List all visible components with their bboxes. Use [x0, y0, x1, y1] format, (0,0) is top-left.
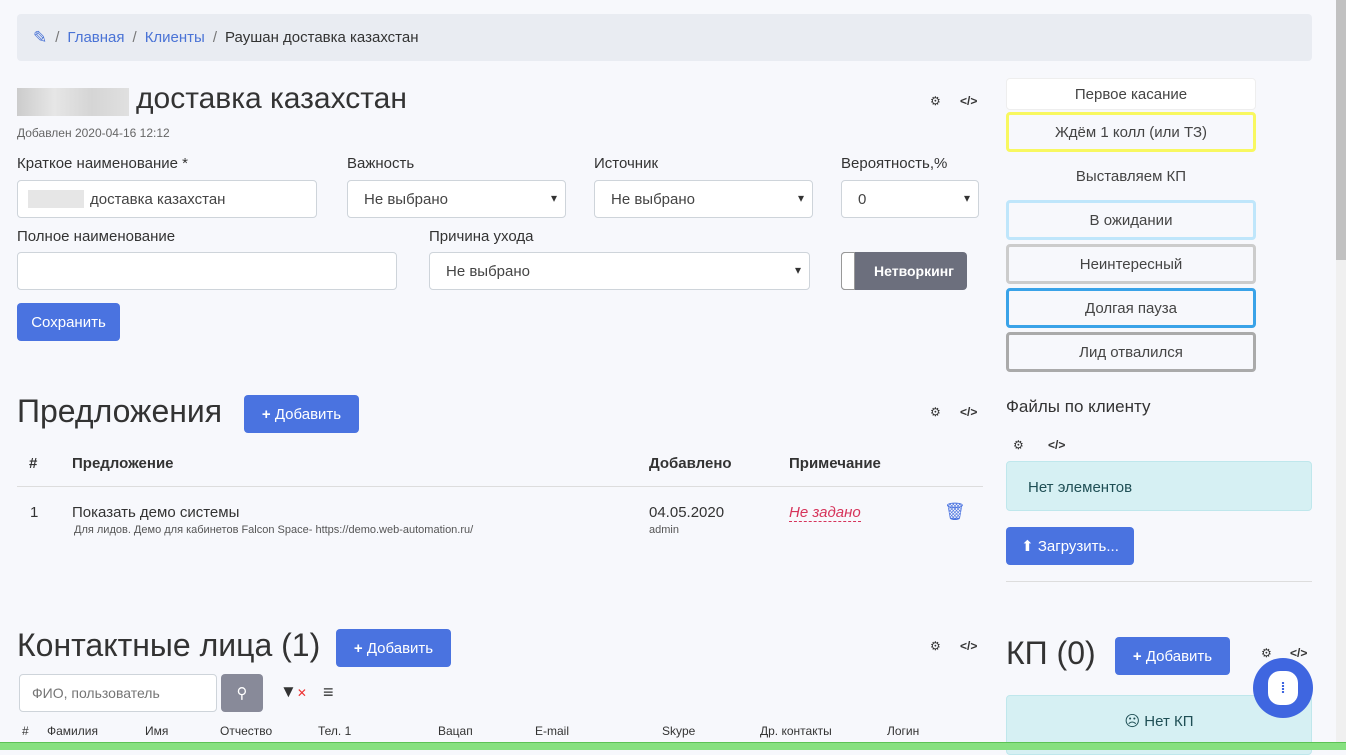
divider	[1006, 581, 1312, 582]
page-title: доставка казахстан	[136, 82, 407, 115]
sad-face-icon: ☹	[1124, 713, 1141, 730]
divider	[17, 486, 983, 487]
add-offer-button[interactable]: + Добавить	[244, 395, 359, 433]
networking-toggle[interactable]: Нетворкинг	[841, 252, 967, 290]
stage-3[interactable]: В ожидании	[1006, 200, 1256, 240]
contact-search-input[interactable]	[19, 674, 217, 712]
probability-select[interactable]: 0	[841, 180, 979, 218]
col-header: Примечание	[789, 455, 881, 472]
source-select[interactable]: Не выбрано	[594, 180, 813, 218]
menu-icon[interactable]: ≡	[323, 682, 334, 703]
added-date: Добавлен 2020-04-16 12:12	[17, 126, 170, 140]
clear-filter-icon[interactable]: ▼✕	[280, 682, 307, 702]
breadcrumb-home[interactable]: Главная	[67, 29, 124, 46]
full-name-label: Полное наименование	[17, 228, 176, 245]
probability-label: Вероятность,%	[841, 155, 948, 172]
files-empty: Нет элементов	[1006, 461, 1312, 511]
upload-icon: ⬆	[1021, 538, 1038, 555]
stage-1[interactable]: Ждём 1 колл (или ТЗ)	[1006, 112, 1256, 152]
source-label: Источник	[594, 155, 659, 172]
save-button[interactable]: Сохранить	[17, 303, 120, 341]
code-icon[interactable]: </>	[960, 639, 977, 653]
trash-icon[interactable]: 🗑	[944, 502, 966, 522]
chat-icon: ⁞	[1268, 671, 1298, 705]
code-icon[interactable]: </>	[960, 405, 977, 419]
full-name-input[interactable]	[17, 252, 397, 290]
offer-name: Показать демо системы	[72, 504, 240, 521]
edit-icon[interactable]: ✎	[33, 28, 47, 48]
files-title: Файлы по клиенту	[1006, 397, 1151, 416]
short-name-label: Краткое наименование *	[17, 155, 188, 172]
add-contact-button[interactable]: + Добавить	[336, 629, 451, 667]
col-header: Предложение	[72, 455, 174, 472]
kp-title: КП (0)	[1006, 635, 1096, 671]
add-kp-button[interactable]: + Добавить	[1115, 637, 1230, 675]
stage-6[interactable]: Лид отвалился	[1006, 332, 1256, 372]
col-header: Добавлено	[649, 455, 732, 472]
breadcrumb-current: Раушан доставка казахстан	[225, 29, 419, 46]
upload-button[interactable]: ⬆ Загрузить...	[1006, 527, 1134, 565]
settings-icon[interactable]: ⚙	[930, 639, 941, 653]
short-name-value: доставка казахстан	[90, 190, 226, 208]
stage-0[interactable]: Первое касание	[1006, 78, 1256, 110]
code-icon[interactable]: </>	[1290, 646, 1307, 660]
blurred-name	[17, 88, 129, 116]
settings-icon[interactable]: ⚙	[930, 94, 941, 108]
offer-note[interactable]: Не задано	[789, 504, 861, 522]
offer-date: 04.05.2020	[649, 504, 725, 521]
stage-5[interactable]: Долгая пауза	[1006, 288, 1256, 328]
stage-4[interactable]: Неинтересный	[1006, 244, 1256, 284]
offer-author: admin	[649, 524, 679, 536]
stage-2[interactable]: Выставляем КП	[1006, 156, 1256, 196]
offer-num: 1	[30, 504, 39, 521]
settings-icon[interactable]: ⚙	[1261, 646, 1272, 660]
importance-label: Важность	[347, 155, 415, 172]
search-icon[interactable]: ⚲	[221, 674, 263, 712]
reason-label: Причина ухода	[429, 228, 534, 245]
scrollbar[interactable]	[1336, 0, 1346, 750]
col-header: #	[29, 455, 38, 472]
code-icon[interactable]: </>	[1048, 438, 1065, 452]
bottom-bar	[0, 742, 1346, 750]
short-name-input[interactable]: доставка казахстан	[17, 180, 317, 218]
offers-title: Предложения	[17, 393, 223, 429]
importance-select[interactable]: Не выбрано	[347, 180, 566, 218]
contacts-title: Контактные лица (1)	[17, 627, 321, 663]
contacts-header: # Фамилия Имя Отчество Тел. 1 Вацап E-ma…	[22, 724, 920, 738]
breadcrumb-sep: /	[55, 29, 60, 46]
breadcrumb-clients[interactable]: Клиенты	[145, 29, 205, 46]
offer-desc: Для лидов. Демо для кабинетов Falcon Spa…	[74, 524, 474, 536]
settings-icon[interactable]: ⚙	[930, 405, 941, 419]
code-icon[interactable]: </>	[960, 94, 977, 108]
reason-select[interactable]: Не выбрано	[429, 252, 810, 290]
breadcrumb-sep: /	[132, 29, 137, 46]
settings-icon[interactable]: ⚙	[1013, 438, 1024, 452]
breadcrumb: ✎ / Главная / Клиенты / Раушан доставка …	[17, 14, 1312, 61]
breadcrumb-sep: /	[212, 29, 218, 46]
chat-widget-button[interactable]: ⁞	[1253, 658, 1313, 718]
